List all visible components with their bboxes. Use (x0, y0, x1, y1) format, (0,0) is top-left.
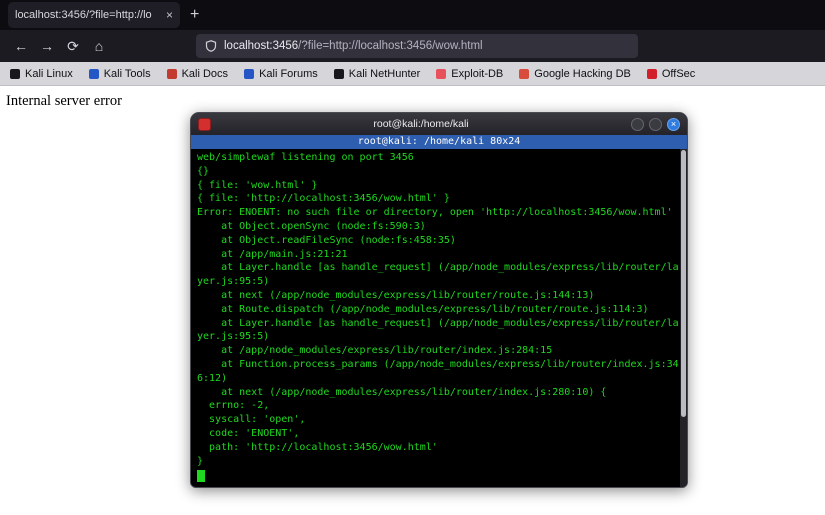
bookmarks-toolbar: Kali Linux Kali Tools Kali Docs Kali Forums… (0, 62, 825, 86)
terminal-titlebar[interactable]: root@kali:/home/kali × (191, 113, 687, 135)
minimize-button[interactable] (631, 118, 644, 131)
terminal-tab-title: root@kali: /home/kali 80x24 (191, 135, 687, 149)
tab-strip: localhost:3456/?file=http://lo × + (0, 0, 825, 30)
url-text: localhost:3456/?file=http://localhost:34… (224, 40, 483, 52)
bookmark-label: Kali Linux (25, 68, 73, 80)
kali-docs-icon (167, 69, 177, 79)
close-button[interactable]: × (667, 118, 680, 131)
bookmark-item[interactable]: Kali Docs (167, 68, 228, 80)
bookmark-label: OffSec (662, 68, 695, 80)
terminal-output: web/simplewaf listening on port 3456 {} … (197, 151, 679, 468)
new-tab-icon[interactable]: + (190, 6, 199, 24)
offsec-icon (647, 69, 657, 79)
terminal-app-icon (198, 118, 211, 131)
kali-nethunter-icon (334, 69, 344, 79)
google-hacking-db-icon (519, 69, 529, 79)
bookmark-item[interactable]: Exploit-DB (436, 68, 503, 80)
back-icon[interactable]: ← (8, 34, 34, 58)
terminal-scrollbar[interactable] (680, 149, 687, 487)
forward-icon[interactable]: → (34, 34, 60, 58)
url-host: localhost:3456 (224, 40, 298, 52)
browser-tab[interactable]: localhost:3456/?file=http://lo × (8, 2, 180, 28)
reload-icon[interactable]: ⟳ (60, 34, 86, 58)
tab-close-icon[interactable]: × (166, 8, 173, 22)
url-bar[interactable]: localhost:3456/?file=http://localhost:34… (196, 34, 638, 58)
shield-icon (205, 40, 217, 52)
bookmark-item[interactable]: Kali NetHunter (334, 68, 421, 80)
bookmark-item[interactable]: OffSec (647, 68, 695, 80)
page-content: Internal server error root@kali:/home/ka… (0, 86, 825, 514)
bookmark-label: Kali Tools (104, 68, 151, 80)
bookmark-label: Exploit-DB (451, 68, 503, 80)
bookmark-item[interactable]: Google Hacking DB (519, 68, 631, 80)
kali-linux-icon (10, 69, 20, 79)
bookmark-label: Kali Forums (259, 68, 318, 80)
bookmark-label: Kali Docs (182, 68, 228, 80)
url-path: /?file=http://localhost:3456/wow.html (298, 40, 482, 52)
bookmark-item[interactable]: Kali Tools (89, 68, 151, 80)
navigation-toolbar: ← → ⟳ ⌂ localhost:3456/?file=http://loca… (0, 30, 825, 62)
tab-title: localhost:3456/?file=http://lo (15, 9, 162, 21)
home-icon[interactable]: ⌂ (86, 34, 112, 58)
scrollbar-thumb[interactable] (681, 150, 686, 417)
terminal-window: root@kali:/home/kali × root@kali: /home/… (190, 112, 688, 488)
exploit-db-icon (436, 69, 446, 79)
bookmark-label: Google Hacking DB (534, 68, 631, 80)
maximize-button[interactable] (649, 118, 662, 131)
bookmark-label: Kali NetHunter (349, 68, 421, 80)
bookmark-item[interactable]: Kali Forums (244, 68, 318, 80)
terminal-title: root@kali:/home/kali (211, 118, 631, 130)
terminal-body[interactable]: web/simplewaf listening on port 3456 {} … (191, 149, 687, 487)
terminal-cursor (197, 470, 205, 482)
error-message: Internal server error (0, 86, 825, 110)
kali-forums-icon (244, 69, 254, 79)
bookmark-item[interactable]: Kali Linux (10, 68, 73, 80)
kali-tools-icon (89, 69, 99, 79)
window-controls: × (631, 118, 680, 131)
